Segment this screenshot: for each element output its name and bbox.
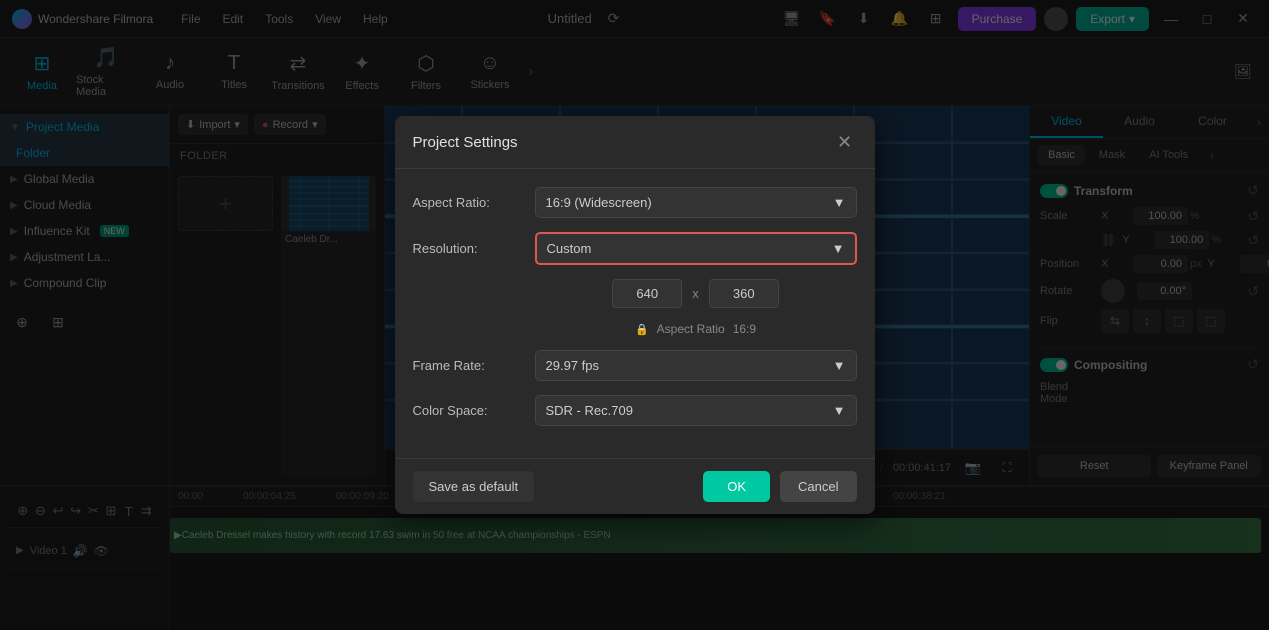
frame-rate-label: Frame Rate:	[413, 358, 523, 373]
aspect-ratio-select[interactable]: 16:9 (Widescreen) ▼	[535, 187, 857, 218]
aspect-ratio-label: Aspect Ratio:	[413, 195, 523, 210]
aspect-ratio-row: Aspect Ratio: 16:9 (Widescreen) ▼	[413, 187, 857, 218]
aspect-ratio-indicator-label: Aspect Ratio	[657, 322, 725, 336]
resolution-x-separator: x	[692, 286, 699, 301]
dialog-overlay[interactable]: Project Settings ✕ Aspect Ratio: 16:9 (W…	[0, 0, 1269, 630]
dialog-body: Aspect Ratio: 16:9 (Widescreen) ▼ Resolu…	[395, 169, 875, 458]
ok-button[interactable]: OK	[703, 471, 770, 502]
frame-rate-chevron-icon: ▼	[833, 358, 846, 373]
frame-rate-row: Frame Rate: 29.97 fps ▼	[413, 350, 857, 381]
color-space-label: Color Space:	[413, 403, 523, 418]
resolution-height-input[interactable]	[709, 279, 779, 308]
lock-icon: 🔒	[635, 323, 649, 336]
dialog-close-button[interactable]: ✕	[833, 130, 857, 154]
color-space-select[interactable]: SDR - Rec.709 ▼	[535, 395, 857, 426]
resolution-label: Resolution:	[413, 241, 523, 256]
resolution-width-input[interactable]	[612, 279, 682, 308]
frame-rate-select[interactable]: 29.97 fps ▼	[535, 350, 857, 381]
cancel-button[interactable]: Cancel	[780, 471, 856, 502]
resolution-chevron-icon: ▼	[832, 241, 845, 256]
resolution-row: Resolution: Custom ▼	[413, 232, 857, 265]
aspect-ratio-indicator-row: 🔒 Aspect Ratio 16:9	[413, 322, 857, 336]
aspect-ratio-indicator-value: 16:9	[733, 322, 756, 336]
dialog-footer: Save as default OK Cancel	[395, 458, 875, 514]
save-as-default-button[interactable]: Save as default	[413, 471, 535, 502]
dialog-title: Project Settings	[413, 134, 518, 151]
project-settings-dialog: Project Settings ✕ Aspect Ratio: 16:9 (W…	[395, 116, 875, 514]
aspect-ratio-chevron-icon: ▼	[833, 195, 846, 210]
color-space-chevron-icon: ▼	[833, 403, 846, 418]
color-space-row: Color Space: SDR - Rec.709 ▼	[413, 395, 857, 426]
custom-resolution-row: x	[413, 279, 857, 308]
dialog-header: Project Settings ✕	[395, 116, 875, 169]
resolution-select[interactable]: Custom ▼	[535, 232, 857, 265]
